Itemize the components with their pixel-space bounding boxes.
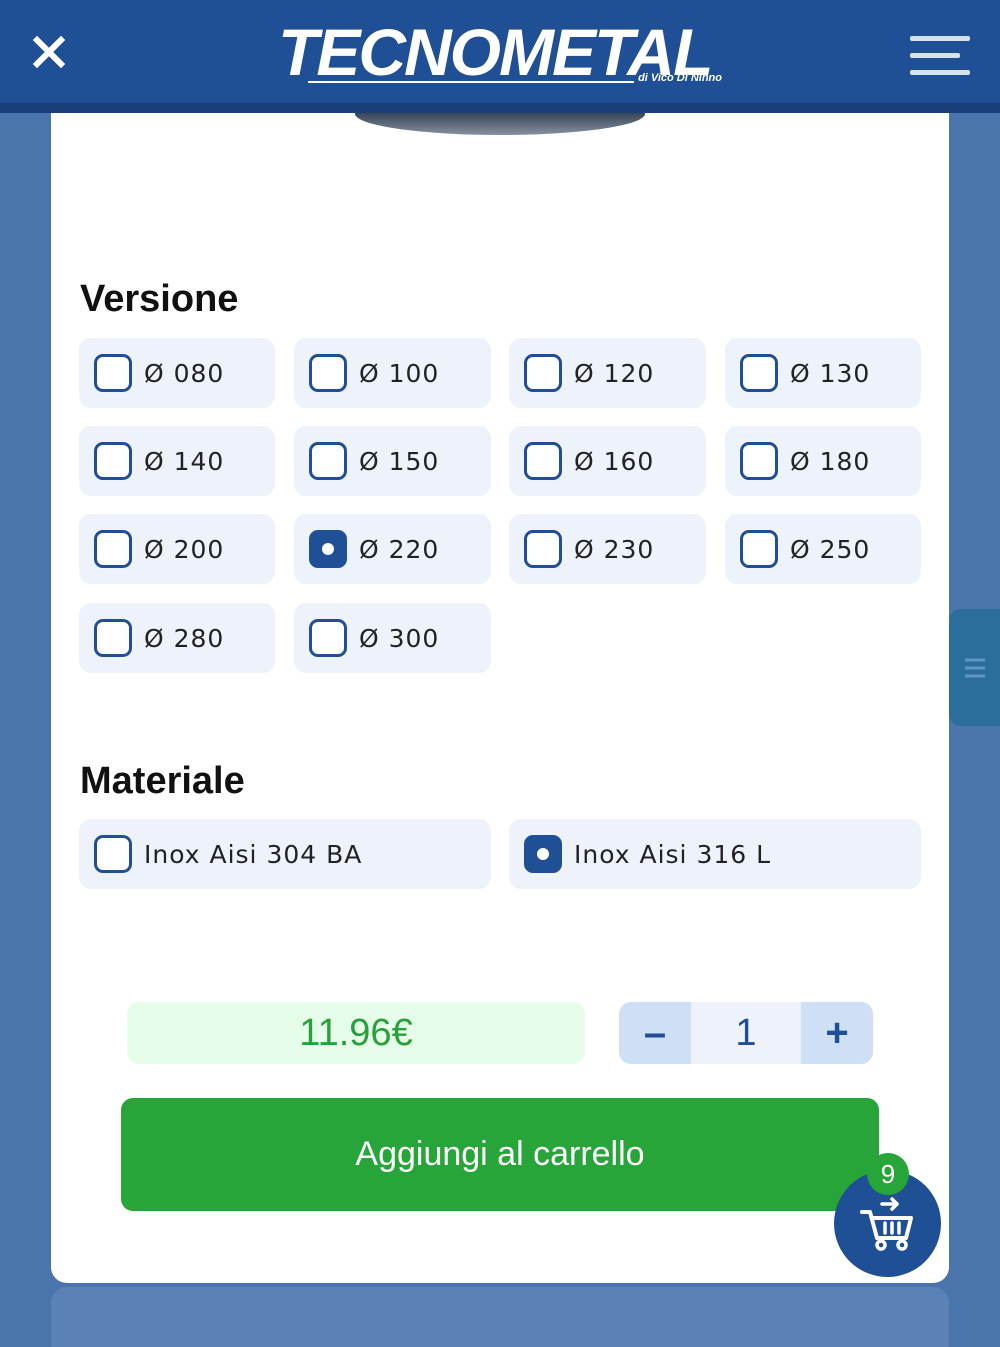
- option-label: Ø 140: [144, 446, 225, 476]
- checkbox[interactable]: [524, 442, 562, 480]
- site-header: TECNOMETAL di Vico Di Ninno: [0, 0, 1000, 103]
- hamburger-menu-button[interactable]: [910, 36, 970, 78]
- shopping-cart-icon: [859, 1196, 913, 1251]
- versione-title: Versione: [80, 278, 239, 320]
- close-button[interactable]: [27, 30, 71, 74]
- checkbox[interactable]: [740, 354, 778, 392]
- header-shadow: [0, 103, 1000, 113]
- option-versione-200[interactable]: Ø 200: [79, 514, 275, 584]
- option-versione-130[interactable]: Ø 130: [725, 338, 921, 408]
- checkbox[interactable]: [94, 442, 132, 480]
- materiale-title: Materiale: [80, 760, 245, 802]
- option-label: Ø 120: [574, 358, 655, 388]
- close-icon: [32, 35, 66, 69]
- option-label: Ø 100: [359, 358, 440, 388]
- checkbox[interactable]: [524, 354, 562, 392]
- cart-count-badge: 9: [867, 1153, 909, 1195]
- option-versione-140[interactable]: Ø 140: [79, 426, 275, 496]
- option-label: Ø 130: [790, 358, 871, 388]
- option-label: Ø 300: [359, 623, 440, 653]
- option-label: Ø 230: [574, 534, 655, 564]
- option-label: Ø 280: [144, 623, 225, 653]
- option-label: Ø 160: [574, 446, 655, 476]
- quantity-stepper: – 1 +: [619, 1002, 873, 1064]
- next-card: [51, 1287, 949, 1347]
- price-display: 11.96€: [127, 1002, 585, 1064]
- checkbox[interactable]: [309, 442, 347, 480]
- menu-line: [910, 53, 960, 58]
- option-label: Inox Aisi 304 BA: [144, 839, 363, 869]
- checkbox[interactable]: [309, 354, 347, 392]
- checkbox[interactable]: [94, 619, 132, 657]
- option-versione-160[interactable]: Ø 160: [509, 426, 706, 496]
- checkbox-checked[interactable]: [524, 835, 562, 873]
- option-label: Ø 200: [144, 534, 225, 564]
- increase-quantity-button[interactable]: +: [801, 1002, 873, 1064]
- option-label: Ø 180: [790, 446, 871, 476]
- option-versione-150[interactable]: Ø 150: [294, 426, 491, 496]
- option-materiale-304[interactable]: Inox Aisi 304 BA: [79, 819, 491, 889]
- option-label: Ø 220: [359, 534, 440, 564]
- add-to-cart-button[interactable]: Aggiungi al carrello: [121, 1098, 879, 1211]
- logo[interactable]: TECNOMETAL di Vico Di Ninno: [278, 15, 726, 90]
- option-versione-300[interactable]: Ø 300: [294, 603, 491, 673]
- menu-line: [910, 36, 970, 41]
- decrease-quantity-button[interactable]: –: [619, 1002, 691, 1064]
- option-versione-220[interactable]: Ø 220: [294, 514, 491, 584]
- option-materiale-316[interactable]: Inox Aisi 316 L: [509, 819, 921, 889]
- option-label: Inox Aisi 316 L: [574, 839, 772, 869]
- list-lines-icon: [964, 658, 985, 677]
- menu-line: [910, 70, 970, 75]
- option-label: Ø 150: [359, 446, 440, 476]
- checkbox-checked[interactable]: [309, 530, 347, 568]
- checkbox[interactable]: [309, 619, 347, 657]
- option-versione-280[interactable]: Ø 280: [79, 603, 275, 673]
- option-versione-250[interactable]: Ø 250: [725, 514, 921, 584]
- checkbox[interactable]: [524, 530, 562, 568]
- option-versione-080[interactable]: Ø 080: [79, 338, 275, 408]
- checkbox[interactable]: [94, 354, 132, 392]
- checkbox[interactable]: [740, 530, 778, 568]
- option-versione-100[interactable]: Ø 100: [294, 338, 491, 408]
- checkbox[interactable]: [740, 442, 778, 480]
- logo-subtitle: di Vico Di Ninno: [638, 72, 722, 84]
- option-versione-230[interactable]: Ø 230: [509, 514, 706, 584]
- option-label: Ø 250: [790, 534, 871, 564]
- option-label: Ø 080: [144, 358, 225, 388]
- logo-underline: [308, 81, 634, 83]
- side-panel-tab[interactable]: [949, 609, 1000, 726]
- quantity-value[interactable]: 1: [691, 1002, 801, 1064]
- checkbox[interactable]: [94, 835, 132, 873]
- checkbox[interactable]: [94, 530, 132, 568]
- option-versione-120[interactable]: Ø 120: [509, 338, 706, 408]
- option-versione-180[interactable]: Ø 180: [725, 426, 921, 496]
